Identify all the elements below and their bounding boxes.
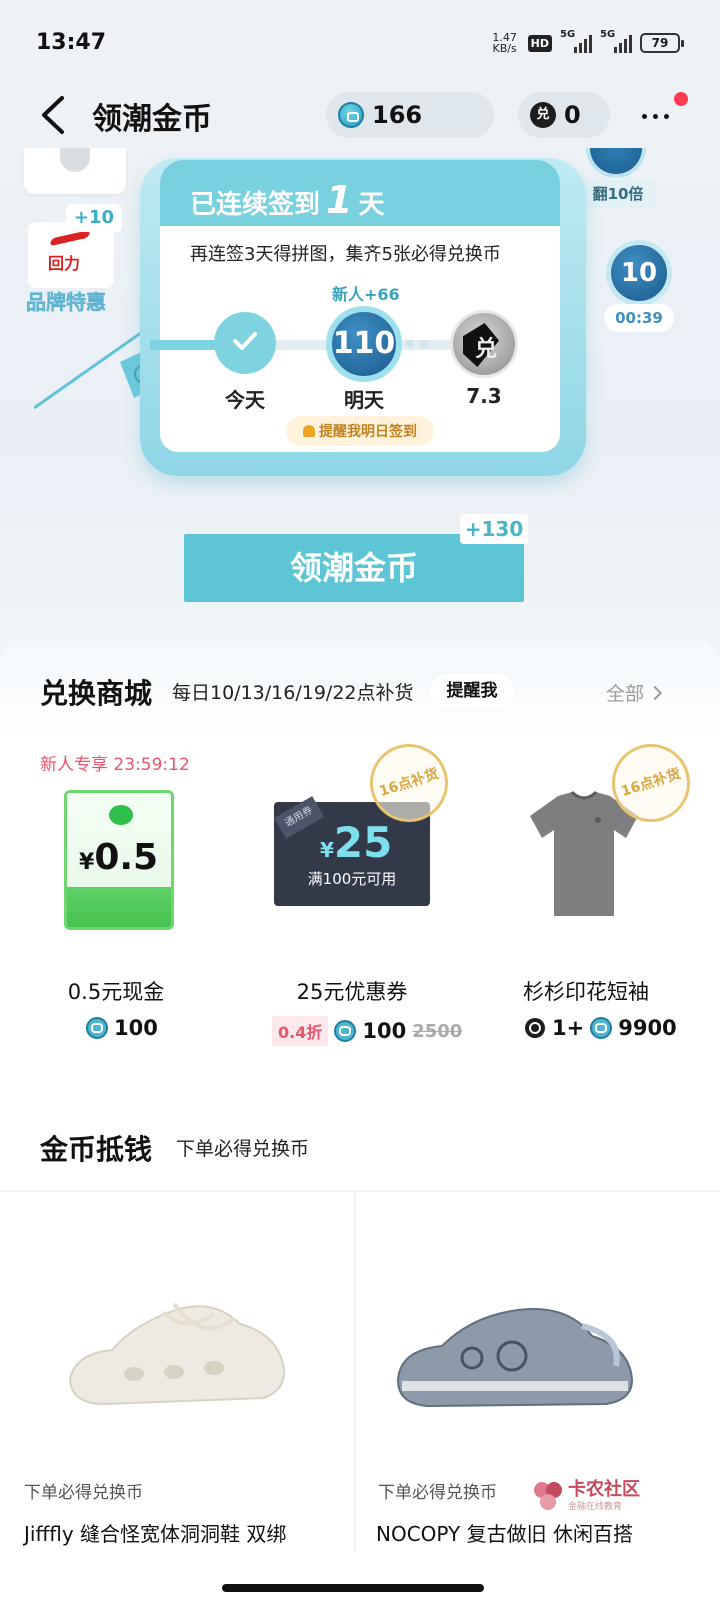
coupon-value: ¥25 [320, 818, 393, 867]
day-label-tomorrow: 明天 [344, 388, 384, 412]
page-title: 领潮金币 [92, 102, 212, 137]
coin-balance: 166 [372, 101, 423, 129]
home-indicator[interactable] [222, 1584, 484, 1592]
newbie-exclusive-timer: 新人专享 23:59:12 [40, 755, 190, 775]
shoe-product-image[interactable] [392, 1296, 642, 1416]
original-price: 2500 [412, 1020, 463, 1042]
restock-remind-button[interactable]: 提醒我 [430, 673, 514, 709]
check-icon [233, 332, 257, 350]
more-menu-button[interactable] [630, 98, 680, 134]
day-label-date: 7.3 [466, 384, 502, 408]
product-name[interactable]: 25元优惠券 [252, 976, 452, 1006]
status-icons: 1.47 KB/s HD 5G 5G 79 [490, 29, 684, 55]
product-price: 100 [86, 1016, 158, 1040]
cash-amount: ¥0.5 [79, 837, 159, 878]
day-label-today: 今天 [225, 388, 265, 412]
coupon-corner-label: 通用券 [274, 796, 325, 839]
coin-balance-pill[interactable]: 166 [326, 92, 494, 138]
day-tomorrow-coin: 110 [326, 306, 402, 382]
product-name[interactable]: Jifffly 缝合怪宽体洞洞鞋 双绑 [24, 1518, 286, 1547]
notification-dot [674, 92, 688, 106]
newbie-bonus-label: 新人+66 [332, 285, 400, 304]
claim-coins-button[interactable]: 领潮金币 [184, 534, 524, 602]
floating-task-card[interactable] [24, 148, 126, 194]
brand-plus-badge: +10 [66, 204, 122, 232]
status-bar: 13:47 1.47 KB/s HD 5G 5G 79 [0, 0, 720, 90]
watermark-logo-icon [534, 1482, 562, 1510]
countdown-timer: 00:39 [604, 304, 674, 332]
signin-title: 已连续签到 1 天 [190, 178, 385, 222]
token-balance-pill[interactable]: 兑 0 [518, 92, 610, 138]
chevron-right-icon [647, 685, 663, 700]
coin-icon [590, 1017, 613, 1039]
product-name[interactable]: 杉杉印花短袖 [486, 976, 686, 1006]
product-name[interactable]: 0.5元现金 [16, 976, 216, 1006]
coin-discount-subtitle: 下单必得兑换币 [176, 1138, 310, 1160]
hd-icon: HD [527, 34, 552, 52]
coin-icon [334, 1020, 357, 1042]
puzzle-piece-icon [450, 310, 518, 378]
back-button[interactable] [36, 92, 76, 138]
product-name[interactable]: NOCOPY 复古做旧 休闲百搭 [376, 1518, 633, 1547]
token-icon [525, 1018, 545, 1038]
bell-icon [303, 425, 315, 437]
discount-badge: 0.4折 [272, 1016, 329, 1046]
signal-icon-2: 5G [600, 29, 632, 53]
coupon-condition: 满100元可用 [307, 870, 397, 888]
multiplier-label[interactable]: 翻10倍 [580, 180, 656, 208]
day-today-marker [214, 312, 276, 374]
timer-coin-icon[interactable]: 10 [606, 240, 672, 306]
coin-icon [338, 102, 364, 128]
header: 领潮金币 166 兑 0 [0, 80, 720, 152]
claim-bonus-badge: +130 [460, 514, 528, 544]
exchange-subtitle: 每日10/13/16/19/22点补货 [172, 682, 414, 704]
token-balance: 0 [564, 101, 581, 129]
watermark: 卡农社区 金融在线教育 [532, 1480, 640, 1512]
net-speed: 1.47 KB/s [492, 31, 517, 55]
coin-discount-title: 金币抵钱 [40, 1133, 153, 1166]
exchange-title: 兑换商城 [40, 677, 153, 710]
token-icon: 兑 [530, 102, 556, 128]
signin-description: 再连签3天得拼图，集齐5张必得兑换币 [190, 244, 501, 265]
product-price: 0.4折 100 2500 [272, 1016, 462, 1046]
divider [354, 1192, 356, 1552]
view-all-link[interactable]: 全部 [606, 679, 663, 706]
status-time: 13:47 [36, 30, 107, 55]
signal-icon: 5G [560, 29, 592, 53]
battery-icon: 79 [640, 33, 684, 53]
cash-product-image[interactable]: ¥0.5 [64, 790, 174, 930]
product-tag: 下单必得兑换币 [24, 1483, 143, 1503]
brand-logo: 回力 [48, 229, 92, 274]
divider [0, 1190, 720, 1192]
wechat-icon [109, 805, 133, 825]
back-arrow-icon [42, 96, 64, 134]
product-tag: 下单必得兑换币 [378, 1483, 497, 1503]
coin-icon [86, 1017, 108, 1039]
progress-dots [406, 340, 428, 348]
shoe-product-image[interactable] [64, 1294, 290, 1414]
remind-tomorrow-button[interactable]: 提醒我明日签到 [286, 416, 434, 446]
product-price: 1+ 9900 [524, 1016, 677, 1040]
signin-days: 1 [326, 178, 353, 222]
